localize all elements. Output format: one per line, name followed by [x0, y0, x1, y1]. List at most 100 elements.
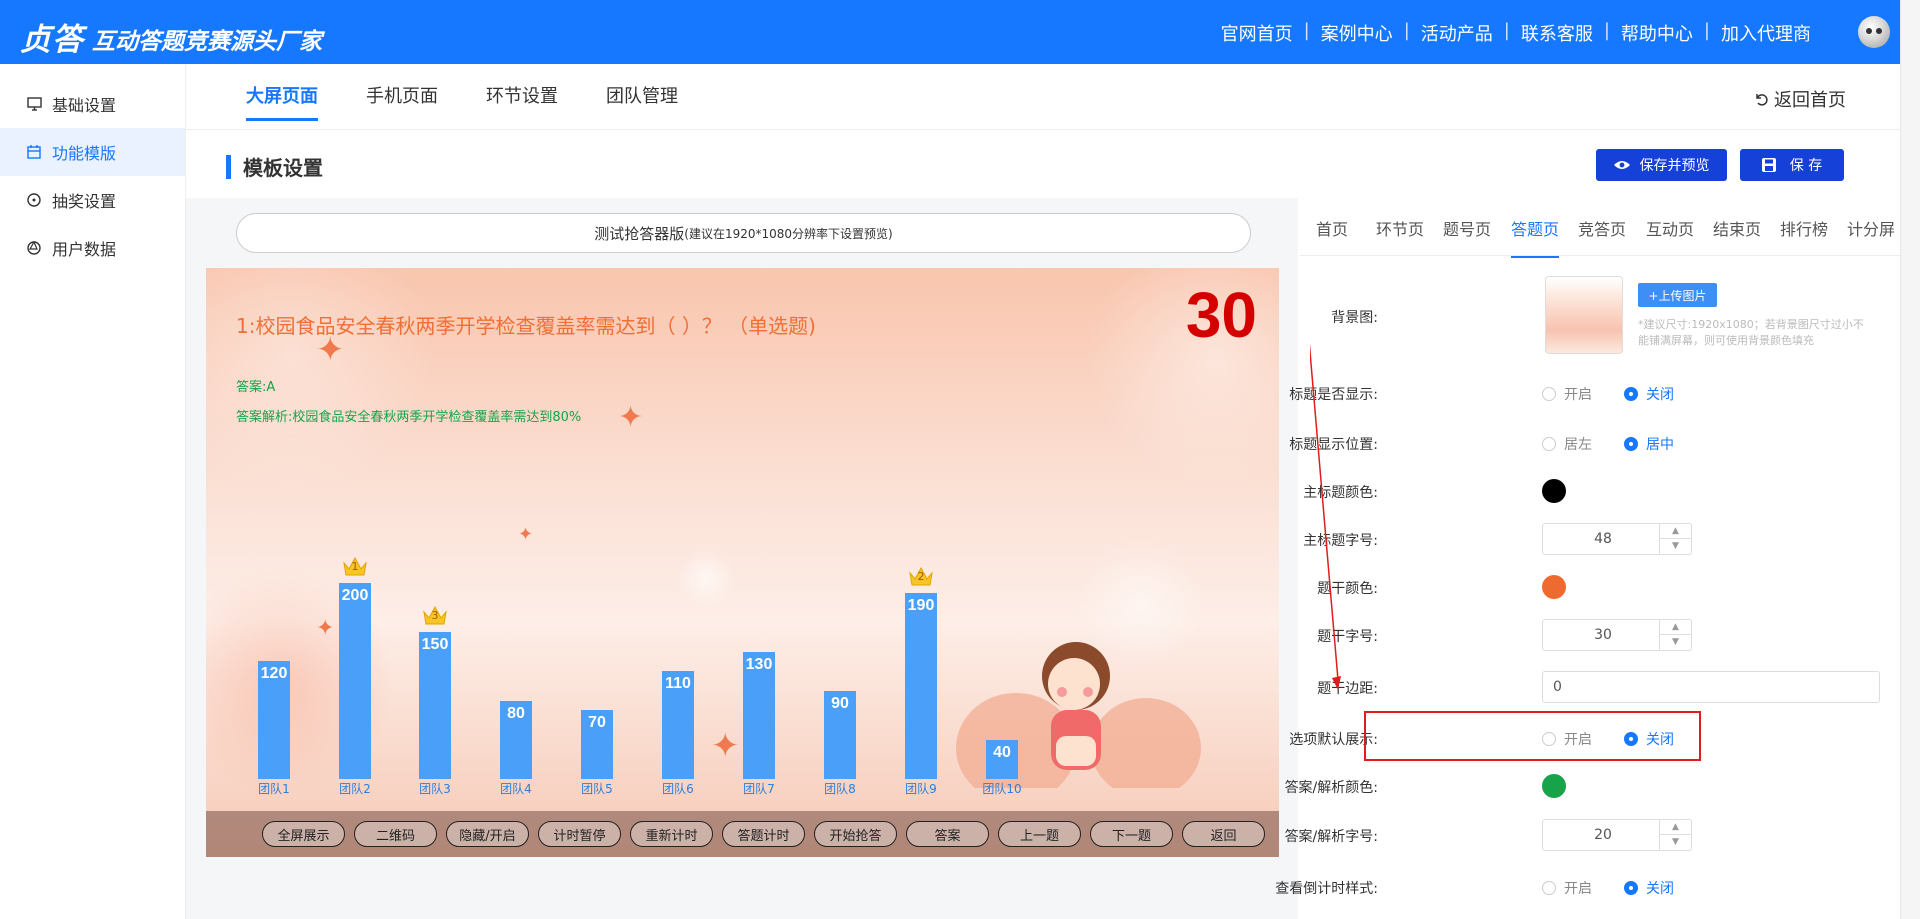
back-home-link[interactable]: 返回首页 [1754, 86, 1846, 112]
main-title-color-label: 主标题颜色: [1303, 485, 1378, 501]
bg-image-thumbnail[interactable] [1545, 276, 1623, 354]
subtab-end[interactable]: 结束页 [1713, 216, 1761, 240]
fullscreen-button[interactable]: 全屏展示 [262, 821, 345, 847]
subtab-question-number[interactable]: 题号页 [1443, 216, 1491, 240]
title-show-off-radio[interactable]: 关闭 [1624, 384, 1674, 404]
avatar-eye [1866, 28, 1872, 34]
stem-color-label: 题干颜色: [1317, 581, 1378, 597]
tab-team[interactable]: 团队管理 [606, 82, 678, 118]
sidebar-item-lottery[interactable]: 抽奖设置 [0, 176, 185, 224]
main-title-color-swatch[interactable] [1542, 479, 1566, 503]
stem-size-stepper[interactable]: 30 ▲ ▼ [1542, 619, 1692, 651]
top-header: 贞答 互动答题竞赛源头厂家 官网首页 | 案例中心 | 活动产品 | 联系客服 | 帮助… [0, 0, 1900, 64]
title-center-radio[interactable]: 居中 [1624, 434, 1674, 454]
option-default-label: 选项默认展示: [1289, 732, 1378, 748]
subtab-home[interactable]: 首页 [1316, 216, 1348, 240]
answer-color-swatch[interactable] [1542, 774, 1566, 798]
title-show-on-radio[interactable]: 开启 [1542, 384, 1592, 404]
team-label: 团队10 [982, 782, 1022, 796]
nav-support[interactable]: 联系客服 [1510, 20, 1604, 46]
restart-timer-button[interactable]: 重新计时 [630, 821, 713, 847]
brand-logo[interactable]: 贞答 [20, 14, 84, 59]
team-label: 团队1 [258, 782, 290, 796]
top-nav: 官网首页 | 案例中心 | 活动产品 | 联系客服 | 帮助中心 | 加入代理商 [1210, 20, 1822, 46]
score-bar-value: 70 [588, 714, 606, 731]
nav-help[interactable]: 帮助中心 [1610, 20, 1704, 46]
save-preview-label: 保存并预览 [1639, 158, 1710, 174]
subtab-stage[interactable]: 环节页 [1376, 216, 1424, 240]
question-text: 1:校园食品安全春秋两季开学检查覆盖率需达到（ ）？ （单选题) [236, 314, 816, 338]
score-bar-value: 80 [507, 705, 525, 722]
nav-separator: | [1403, 20, 1410, 41]
chevron-up-icon[interactable]: ▲ [1660, 524, 1691, 539]
sparkle-icon: ✦ [711, 726, 740, 766]
save-preview-button[interactable]: 保存并预览 [1596, 149, 1727, 181]
crown-icon: 3 [422, 604, 448, 626]
nav-official-home[interactable]: 官网首页 [1210, 20, 1304, 46]
subtab-interact[interactable]: 互动页 [1646, 216, 1694, 240]
crown-icon: 1 [342, 555, 368, 577]
sparkle-icon: ✦ [518, 524, 534, 545]
stem-color-swatch[interactable] [1542, 575, 1566, 599]
answer-size-stepper[interactable]: 20 ▲ ▼ [1542, 819, 1692, 851]
tab-stages[interactable]: 环节设置 [486, 82, 558, 118]
toggle-visibility-button[interactable]: 隐藏/开启 [446, 821, 529, 847]
chevron-up-icon[interactable]: ▲ [1660, 820, 1691, 835]
radio-circle [1624, 881, 1638, 895]
nav-separator: | [1503, 20, 1510, 41]
tab-mobile[interactable]: 手机页面 [366, 82, 438, 118]
tab-big-screen[interactable]: 大屏页面 [246, 82, 318, 121]
team-label: 团队2 [339, 782, 371, 796]
subtab-ranking[interactable]: 排行榜 [1780, 216, 1828, 240]
nav-agent[interactable]: 加入代理商 [1710, 20, 1822, 46]
answer-text: 答案:A [236, 380, 276, 395]
start-buzzer-button[interactable]: 开始抢答 [814, 821, 897, 847]
title-left-radio[interactable]: 居左 [1542, 434, 1592, 454]
pause-timer-button[interactable]: 计时暂停 [538, 821, 621, 847]
section-header: 模板设置 [226, 152, 323, 181]
sidebar-item-users[interactable]: 用户数据 [0, 224, 185, 272]
radio-circle [1624, 387, 1638, 401]
chevron-down-icon[interactable]: ▼ [1660, 635, 1691, 650]
chevron-down-icon[interactable]: ▼ [1660, 835, 1691, 850]
score-bar: 120 [258, 661, 290, 779]
stepper-arrows[interactable]: ▲ ▼ [1659, 620, 1691, 650]
stepper-arrows[interactable]: ▲ ▼ [1659, 820, 1691, 850]
subtab-score[interactable]: 计分屏 [1847, 216, 1895, 240]
avatar[interactable] [1858, 16, 1890, 48]
crown-icon: 2 [908, 565, 934, 587]
nav-case-center[interactable]: 案例中心 [1310, 20, 1404, 46]
chevron-up-icon[interactable]: ▲ [1660, 620, 1691, 635]
team-label: 团队8 [824, 782, 856, 796]
sidebar-item-label: 抽奖设置 [52, 192, 117, 211]
show-answer-button[interactable]: 答案 [906, 821, 989, 847]
preview-title: 测试抢答器版 [594, 224, 685, 243]
nav-products[interactable]: 活动产品 [1410, 20, 1504, 46]
stepper-value: 48 [1594, 531, 1612, 547]
radio-label: 开启 [1564, 387, 1592, 403]
main-title-size-stepper[interactable]: 48 ▲ ▼ [1542, 523, 1692, 555]
sparkle-icon: ✦ [316, 616, 335, 641]
qrcode-button[interactable]: 二维码 [354, 821, 437, 847]
chevron-down-icon[interactable]: ▼ [1660, 539, 1691, 554]
answer-timer-button[interactable]: 答题计时 [722, 821, 805, 847]
prev-question-button[interactable]: 上一题 [998, 821, 1081, 847]
subtab-race[interactable]: 竞答页 [1578, 216, 1626, 240]
stem-margin-input[interactable]: 0 [1542, 671, 1880, 703]
score-bar-value: 110 [665, 675, 691, 692]
floppy-icon [1761, 158, 1776, 172]
page-scrollbar[interactable] [1900, 0, 1920, 919]
eye-icon [1613, 160, 1630, 170]
countdown-on-radio[interactable]: 开启 [1542, 878, 1592, 898]
stepper-arrows[interactable]: ▲ ▼ [1659, 524, 1691, 554]
stem-size-label: 题干字号: [1317, 629, 1378, 645]
score-bar: 40 [986, 740, 1018, 779]
save-button[interactable]: 保 存 [1740, 149, 1844, 181]
countdown-off-radio[interactable]: 关闭 [1624, 878, 1674, 898]
team-label: 团队7 [743, 782, 775, 796]
sidebar-item-basic[interactable]: 基础设置 [0, 80, 185, 128]
subtab-answer[interactable]: 答题页 [1511, 216, 1560, 258]
sidebar-item-templates[interactable]: 功能模版 [0, 128, 185, 176]
section-title: 模板设置 [243, 156, 323, 180]
upload-image-button[interactable]: +上传图片 [1638, 283, 1717, 307]
